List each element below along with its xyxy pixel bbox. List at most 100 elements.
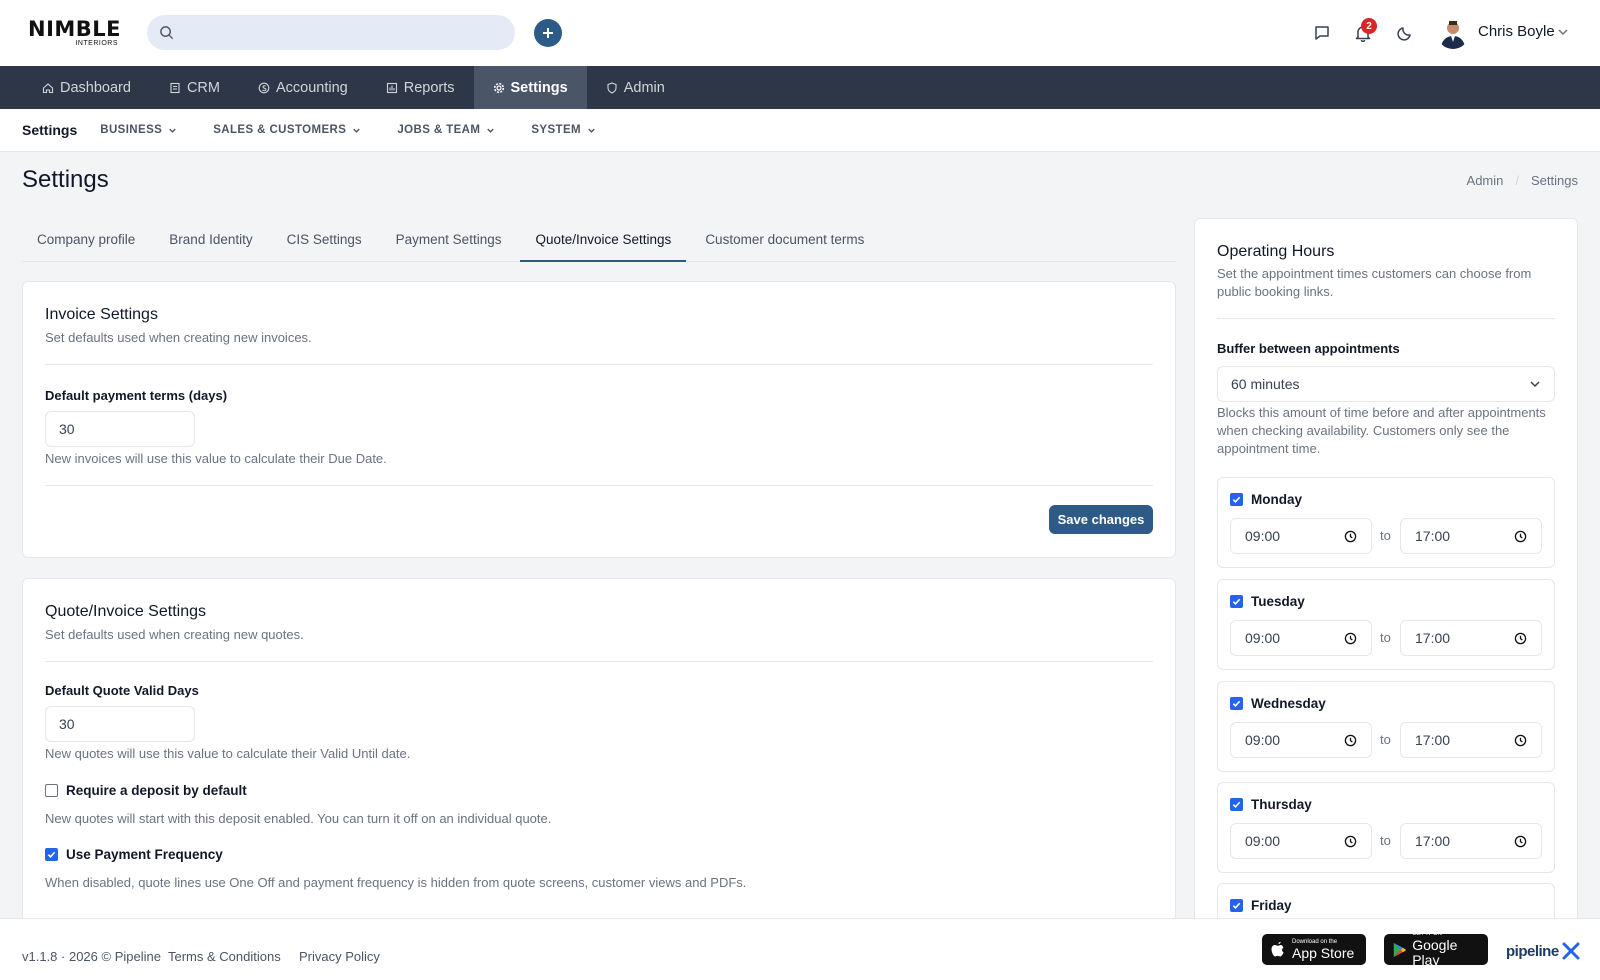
nav-dashboard[interactable]: Dashboard	[0, 66, 150, 109]
to-label: to	[1380, 732, 1391, 747]
tab-company-profile[interactable]: Company profile	[22, 222, 150, 262]
dark-mode-toggle[interactable]	[1394, 22, 1416, 44]
require-deposit-checkbox[interactable]	[45, 784, 58, 797]
day-label: Thursday	[1251, 797, 1312, 812]
pipeline-x-icon	[1562, 942, 1580, 960]
thursday-end-time[interactable]: 17:00	[1400, 823, 1542, 859]
brand-logo[interactable]: NIMBLE INTERIORS	[26, 18, 121, 47]
require-deposit-help: New quotes will start with this deposit …	[45, 811, 552, 826]
chevron-down-icon	[487, 128, 495, 133]
google-play-text: GET IT ON Google Play	[1412, 931, 1480, 968]
clock-icon	[1344, 835, 1357, 847]
monday-start-time[interactable]: 09:00	[1230, 518, 1372, 554]
plus-icon	[543, 28, 553, 38]
payment-terms-help: New invoices will use this value to calc…	[45, 451, 387, 466]
operating-hours-card: Operating Hours Set the appointment time…	[1194, 218, 1578, 938]
nav-crm[interactable]: CRM	[150, 66, 239, 109]
payment-frequency-label: Use Payment Frequency	[66, 847, 223, 862]
nav-accounting[interactable]: Accounting	[239, 66, 367, 109]
clock-icon	[1344, 632, 1357, 644]
payment-terms-label: Default payment terms (days)	[45, 388, 228, 403]
nav-settings[interactable]: Settings	[473, 66, 587, 109]
logo-subtext: INTERIORS	[75, 40, 118, 47]
gear-icon	[493, 82, 504, 93]
nav-reports[interactable]: Reports	[367, 66, 474, 109]
quote-valid-days-label: Default Quote Valid Days	[45, 683, 199, 698]
tab-quote-invoice-settings[interactable]: Quote/Invoice Settings	[520, 222, 687, 262]
payment-terms-input[interactable]: 30	[45, 411, 195, 447]
divider	[45, 485, 1153, 486]
tuesday-start-time[interactable]: 09:00	[1230, 620, 1372, 656]
footer: v1.1.8 · 2026 © Pipeline Terms & Conditi…	[0, 918, 1600, 980]
user-name[interactable]: Chris Boyle	[1478, 23, 1555, 40]
tab-customer-document-terms[interactable]: Customer document terms	[690, 222, 879, 262]
save-button[interactable]: Save changes	[1049, 505, 1153, 534]
time-value: 09:00	[1245, 732, 1281, 748]
tab-payment-settings[interactable]: Payment Settings	[381, 222, 517, 262]
thursday-checkbox[interactable]	[1230, 798, 1243, 811]
avatar[interactable]	[1437, 17, 1469, 49]
footer-version: v1.1.8 · 2026 © Pipeline	[22, 949, 161, 964]
to-label: to	[1380, 528, 1391, 543]
buffer-select[interactable]: 60 minutes	[1217, 366, 1555, 402]
card-subtitle: Set the appointment times customers can …	[1217, 266, 1532, 299]
tab-cis-settings[interactable]: CIS Settings	[272, 222, 377, 262]
clock-icon	[1514, 632, 1527, 644]
require-deposit-label: Require a deposit by default	[66, 783, 247, 798]
wednesday-end-time[interactable]: 17:00	[1400, 722, 1542, 758]
payment-frequency-checkbox[interactable]	[45, 848, 58, 861]
check-icon	[1232, 700, 1241, 708]
to-label: to	[1380, 630, 1391, 645]
divider	[1217, 318, 1555, 319]
day-label: Tuesday	[1251, 594, 1305, 609]
clock-icon	[1514, 530, 1527, 542]
day-check-row: Monday	[1230, 492, 1302, 507]
quote-valid-days-input[interactable]: 30	[45, 706, 195, 742]
pipeline-logo: pipeline	[1506, 942, 1580, 960]
subnav-jobs-team[interactable]: JOBS & TEAM	[397, 124, 495, 136]
subnav-sales-customers[interactable]: SALES & CUSTOMERS	[213, 124, 361, 136]
google-play-button[interactable]: GET IT ON Google Play	[1384, 931, 1488, 968]
messages-button[interactable]	[1311, 22, 1333, 44]
require-deposit-row: Require a deposit by default	[45, 783, 247, 798]
shield-icon	[607, 81, 617, 94]
day-thursday: Thursday 09:00 to 17:00	[1217, 782, 1555, 873]
terms-link[interactable]: Terms & Conditions	[168, 949, 281, 964]
tuesday-end-time[interactable]: 17:00	[1400, 620, 1542, 656]
reports-icon	[386, 82, 397, 93]
monday-checkbox[interactable]	[1230, 493, 1243, 506]
subnav-business[interactable]: BUSINESS	[100, 124, 177, 136]
payment-frequency-row: Use Payment Frequency	[45, 847, 223, 862]
subnav-system[interactable]: SYSTEM	[531, 124, 596, 136]
monday-end-time[interactable]: 17:00	[1400, 518, 1542, 554]
clock-icon	[1344, 734, 1357, 746]
app-store-text: Download on the App Store	[1292, 939, 1354, 961]
thursday-start-time[interactable]: 09:00	[1230, 823, 1372, 859]
breadcrumb-settings: Settings	[1531, 173, 1578, 188]
wednesday-checkbox[interactable]	[1230, 697, 1243, 710]
privacy-link[interactable]: Privacy Policy	[299, 949, 380, 964]
buffer-value: 60 minutes	[1231, 376, 1300, 392]
subnav-label: BUSINESS	[100, 124, 163, 136]
google-play-big: Google Play	[1412, 937, 1458, 968]
tuesday-checkbox[interactable]	[1230, 595, 1243, 608]
time-value: 17:00	[1415, 528, 1451, 544]
day-check-row: Wednesday	[1230, 696, 1326, 711]
add-button[interactable]	[534, 19, 562, 47]
nav-admin[interactable]: Admin	[587, 66, 684, 109]
friday-checkbox[interactable]	[1230, 899, 1243, 912]
buffer-help: Blocks this amount of time before and af…	[1217, 405, 1546, 456]
nav-label: CRM	[186, 79, 220, 96]
app-store-big: App Store	[1292, 944, 1355, 961]
top-bar: NIMBLE INTERIORS 2 Chris Boyle	[0, 0, 1600, 66]
chat-icon	[1315, 26, 1329, 40]
tab-brand-identity[interactable]: Brand Identity	[154, 222, 267, 262]
check-icon	[47, 851, 56, 859]
nav-label: Admin	[623, 79, 665, 96]
chevron-down-icon[interactable]	[1557, 26, 1569, 38]
wednesday-start-time[interactable]: 09:00	[1230, 722, 1372, 758]
search-input[interactable]	[147, 15, 515, 50]
breadcrumb-admin[interactable]: Admin	[1467, 173, 1504, 188]
chevron-down-icon	[588, 128, 595, 133]
app-store-button[interactable]: Download on the App Store	[1262, 934, 1366, 965]
